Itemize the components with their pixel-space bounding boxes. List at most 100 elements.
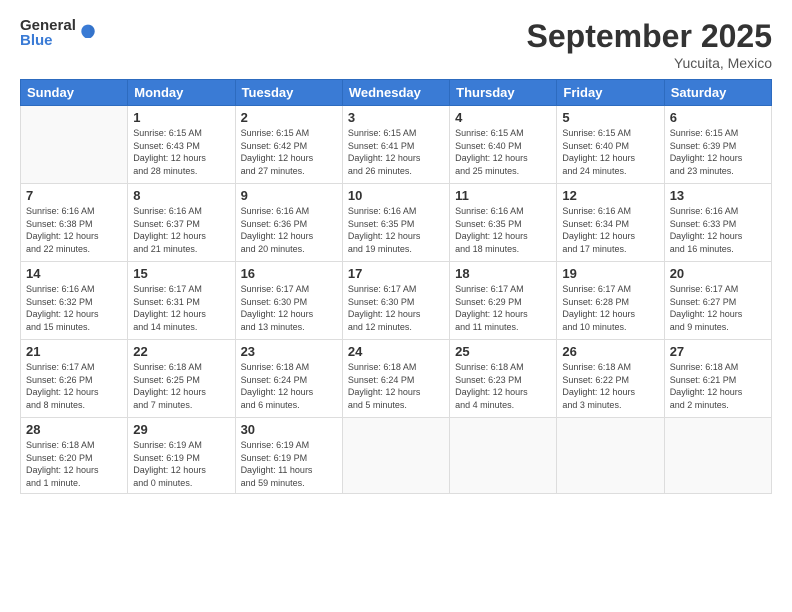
- day-number: 30: [241, 422, 337, 437]
- day-number: 14: [26, 266, 122, 281]
- day-info: Sunrise: 6:17 AMSunset: 6:30 PMDaylight:…: [348, 283, 444, 333]
- calendar-cell-4-3: 23Sunrise: 6:18 AMSunset: 6:24 PMDayligh…: [235, 340, 342, 418]
- day-number: 24: [348, 344, 444, 359]
- col-thursday: Thursday: [450, 80, 557, 106]
- logo-blue: Blue: [20, 33, 76, 48]
- month-title: September 2025: [527, 18, 772, 55]
- day-number: 6: [670, 110, 766, 125]
- calendar-cell-2-4: 10Sunrise: 6:16 AMSunset: 6:35 PMDayligh…: [342, 184, 449, 262]
- calendar-cell-3-5: 18 Sunrise: 6:17 AMSunset: 6:29 PMDayligh…: [450, 262, 557, 340]
- day-number: 5: [562, 110, 658, 125]
- day-number: 18: [455, 266, 551, 281]
- day-number: 4: [455, 110, 551, 125]
- calendar-cell-4-7: 27 Sunrise: 6:18 AMSunset: 6:21 PMDayligh…: [664, 340, 771, 418]
- logo: General Blue: [20, 18, 98, 48]
- day-info: Sunrise: 6:16 AMSunset: 6:38 PMDaylight:…: [26, 205, 122, 255]
- calendar-cell-1-2: 1Sunrise: 6:15 AMSunset: 6:43 PMDaylight…: [128, 106, 235, 184]
- logo-general: General: [20, 18, 76, 33]
- calendar-cell-2-1: 7Sunrise: 6:16 AMSunset: 6:38 PMDaylight…: [21, 184, 128, 262]
- calendar-cell-4-4: 24Sunrise: 6:18 AMSunset: 6:24 PMDayligh…: [342, 340, 449, 418]
- day-number: 19: [562, 266, 658, 281]
- calendar-cell-5-1: 28Sunrise: 6:18 AMSunset: 6:20 PMDayligh…: [21, 418, 128, 494]
- col-friday: Friday: [557, 80, 664, 106]
- day-number: 26: [562, 344, 658, 359]
- day-number: 17: [348, 266, 444, 281]
- day-number: 12: [562, 188, 658, 203]
- day-number: 28: [26, 422, 122, 437]
- day-info: Sunrise: 6:19 AMSunset: 6:19 PMDaylight:…: [133, 439, 229, 489]
- calendar-cell-3-3: 16 Sunrise: 6:17 AMSunset: 6:30 PMDayligh…: [235, 262, 342, 340]
- day-info: Sunrise: 6:18 AMSunset: 6:21 PMDaylight:…: [670, 361, 766, 411]
- calendar-cell-4-1: 21 Sunrise: 6:17 AMSunset: 6:26 PMDayligh…: [21, 340, 128, 418]
- calendar-cell-4-2: 22Sunrise: 6:18 AMSunset: 6:25 PMDayligh…: [128, 340, 235, 418]
- day-info: Sunrise: 6:17 AMSunset: 6:29 PMDaylight:…: [455, 283, 551, 333]
- calendar-cell-3-7: 20 Sunrise: 6:17 AMSunset: 6:27 PMDayligh…: [664, 262, 771, 340]
- day-number: 2: [241, 110, 337, 125]
- day-number: 10: [348, 188, 444, 203]
- day-info: Sunrise: 6:18 AMSunset: 6:25 PMDaylight:…: [133, 361, 229, 411]
- day-info: Sunrise: 6:17 AMSunset: 6:26 PMDaylight:…: [26, 361, 122, 411]
- day-number: 25: [455, 344, 551, 359]
- calendar-cell-2-3: 9 Sunrise: 6:16 AMSunset: 6:36 PMDaylight…: [235, 184, 342, 262]
- day-number: 9: [241, 188, 337, 203]
- day-number: 8: [133, 188, 229, 203]
- day-info: Sunrise: 6:18 AMSunset: 6:22 PMDaylight:…: [562, 361, 658, 411]
- calendar-cell-2-5: 11 Sunrise: 6:16 AMSunset: 6:35 PMDayligh…: [450, 184, 557, 262]
- week-row-5: 28Sunrise: 6:18 AMSunset: 6:20 PMDayligh…: [21, 418, 772, 494]
- day-info: Sunrise: 6:18 AMSunset: 6:24 PMDaylight:…: [241, 361, 337, 411]
- day-info: Sunrise: 6:17 AMSunset: 6:28 PMDaylight:…: [562, 283, 658, 333]
- day-info: Sunrise: 6:15 AMSunset: 6:42 PMDaylight:…: [241, 127, 337, 177]
- day-number: 29: [133, 422, 229, 437]
- day-number: 1: [133, 110, 229, 125]
- day-info: Sunrise: 6:16 AMSunset: 6:36 PMDaylight:…: [241, 205, 337, 255]
- calendar-cell-5-5: [450, 418, 557, 494]
- day-info: Sunrise: 6:16 AMSunset: 6:34 PMDaylight:…: [562, 205, 658, 255]
- col-wednesday: Wednesday: [342, 80, 449, 106]
- calendar-cell-3-1: 14 Sunrise: 6:16 AMSunset: 6:32 PMDayligh…: [21, 262, 128, 340]
- day-number: 3: [348, 110, 444, 125]
- calendar-cell-1-6: 5 Sunrise: 6:15 AMSunset: 6:40 PMDaylight…: [557, 106, 664, 184]
- calendar-cell-5-3: 30 Sunrise: 6:19 AMSunset: 6:19 PMDayligh…: [235, 418, 342, 494]
- day-info: Sunrise: 6:15 AMSunset: 6:40 PMDaylight:…: [455, 127, 551, 177]
- calendar-cell-2-6: 12 Sunrise: 6:16 AMSunset: 6:34 PMDayligh…: [557, 184, 664, 262]
- day-info: Sunrise: 6:15 AMSunset: 6:41 PMDaylight:…: [348, 127, 444, 177]
- calendar-cell-3-4: 17 Sunrise: 6:17 AMSunset: 6:30 PMDayligh…: [342, 262, 449, 340]
- day-info: Sunrise: 6:16 AMSunset: 6:35 PMDaylight:…: [455, 205, 551, 255]
- day-number: 11: [455, 188, 551, 203]
- week-row-3: 14 Sunrise: 6:16 AMSunset: 6:32 PMDayligh…: [21, 262, 772, 340]
- logo-icon: [78, 23, 98, 43]
- calendar-cell-1-4: 3 Sunrise: 6:15 AMSunset: 6:41 PMDaylight…: [342, 106, 449, 184]
- calendar-cell-3-6: 19 Sunrise: 6:17 AMSunset: 6:28 PMDayligh…: [557, 262, 664, 340]
- day-number: 27: [670, 344, 766, 359]
- day-info: Sunrise: 6:16 AMSunset: 6:32 PMDaylight:…: [26, 283, 122, 333]
- calendar-cell-4-5: 25 Sunrise: 6:18 AMSunset: 6:23 PMDayligh…: [450, 340, 557, 418]
- calendar-cell-1-1: [21, 106, 128, 184]
- calendar-cell-3-2: 15Sunrise: 6:17 AMSunset: 6:31 PMDayligh…: [128, 262, 235, 340]
- header: General Blue September 2025 Yucuita, Mex…: [20, 18, 772, 71]
- week-row-1: 1Sunrise: 6:15 AMSunset: 6:43 PMDaylight…: [21, 106, 772, 184]
- day-info: Sunrise: 6:16 AMSunset: 6:37 PMDaylight:…: [133, 205, 229, 255]
- day-info: Sunrise: 6:17 AMSunset: 6:27 PMDaylight:…: [670, 283, 766, 333]
- day-info: Sunrise: 6:15 AMSunset: 6:40 PMDaylight:…: [562, 127, 658, 177]
- col-monday: Monday: [128, 80, 235, 106]
- calendar-cell-2-7: 13Sunrise: 6:16 AMSunset: 6:33 PMDayligh…: [664, 184, 771, 262]
- calendar-cell-1-3: 2 Sunrise: 6:15 AMSunset: 6:42 PMDaylight…: [235, 106, 342, 184]
- day-info: Sunrise: 6:19 AMSunset: 6:19 PMDaylight:…: [241, 439, 337, 489]
- day-number: 20: [670, 266, 766, 281]
- calendar-cell-4-6: 26 Sunrise: 6:18 AMSunset: 6:22 PMDayligh…: [557, 340, 664, 418]
- calendar-cell-5-6: [557, 418, 664, 494]
- day-number: 15: [133, 266, 229, 281]
- day-info: Sunrise: 6:18 AMSunset: 6:23 PMDaylight:…: [455, 361, 551, 411]
- calendar-cell-5-2: 29 Sunrise: 6:19 AMSunset: 6:19 PMDayligh…: [128, 418, 235, 494]
- day-info: Sunrise: 6:17 AMSunset: 6:30 PMDaylight:…: [241, 283, 337, 333]
- col-sunday: Sunday: [21, 80, 128, 106]
- week-row-2: 7Sunrise: 6:16 AMSunset: 6:38 PMDaylight…: [21, 184, 772, 262]
- calendar-cell-1-5: 4 Sunrise: 6:15 AMSunset: 6:40 PMDaylight…: [450, 106, 557, 184]
- day-info: Sunrise: 6:16 AMSunset: 6:33 PMDaylight:…: [670, 205, 766, 255]
- title-section: September 2025 Yucuita, Mexico: [527, 18, 772, 71]
- calendar-cell-1-7: 6Sunrise: 6:15 AMSunset: 6:39 PMDaylight…: [664, 106, 771, 184]
- calendar-cell-2-2: 8 Sunrise: 6:16 AMSunset: 6:37 PMDaylight…: [128, 184, 235, 262]
- week-row-4: 21 Sunrise: 6:17 AMSunset: 6:26 PMDayligh…: [21, 340, 772, 418]
- day-number: 16: [241, 266, 337, 281]
- day-number: 21: [26, 344, 122, 359]
